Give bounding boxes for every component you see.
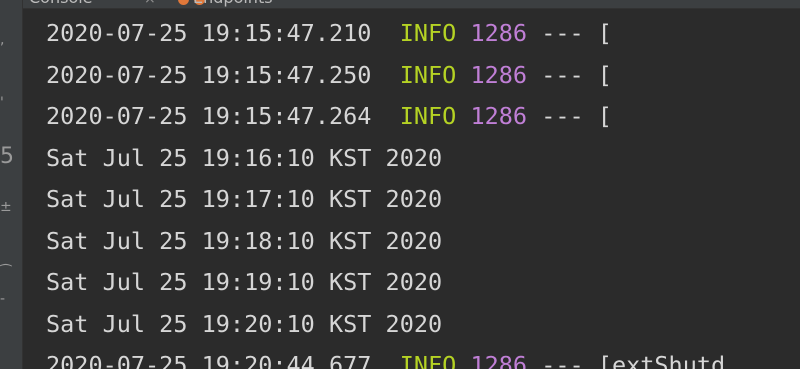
gutter-icon-6[interactable]: -	[0, 292, 14, 306]
log-thread: --- [extShutd	[541, 351, 726, 369]
tab-endpoints[interactable]: Endpoints	[193, 0, 273, 8]
log-pid: 1286	[470, 19, 528, 47]
log-line: 2020-07-25 19:15:47.264 INFO 1286 --- [	[46, 101, 612, 131]
log-pid: 1286	[470, 351, 528, 369]
gutter-icon-1[interactable]: ,	[0, 33, 14, 47]
log-line: 2020-07-25 19:15:47.210 INFO 1286 --- [	[46, 18, 612, 48]
log-timestamp: 2020-07-25 19:15:47.210	[46, 19, 372, 47]
log-level: INFO	[399, 19, 457, 47]
log-line: Sat Jul 25 19:20:10 KST 2020	[46, 310, 443, 338]
log-thread: --- [	[541, 19, 612, 47]
log-level: INFO	[399, 61, 457, 89]
log-line: 2020-07-25 19:15:47.250 INFO 1286 --- [	[46, 60, 612, 90]
gutter-icon-4[interactable]: ±	[0, 200, 14, 214]
log-level: INFO	[399, 351, 457, 369]
log-timestamp: 2020-07-25 19:20:44.677	[46, 351, 372, 369]
log-level: INFO	[399, 102, 457, 130]
gutter-icon-3[interactable]: 5	[0, 146, 14, 168]
gutter-icon-2[interactable]: '	[0, 96, 14, 110]
log-thread: --- [	[541, 102, 612, 130]
close-icon[interactable]: ×	[144, 0, 156, 8]
log-timestamp: 2020-07-25 19:15:47.250	[46, 61, 372, 89]
log-pid: 1286	[470, 102, 528, 130]
log-line: Sat Jul 25 19:17:10 KST 2020	[46, 185, 443, 213]
log-line: 2020-07-25 19:20:44.677 INFO 1286 --- [e…	[46, 350, 725, 369]
console-output[interactable]: 2020-07-25 19:15:47.210 INFO 1286 --- [ …	[23, 9, 800, 369]
tab-console[interactable]: Console	[29, 0, 93, 8]
gutter-icon-5[interactable]: ⁔	[0, 252, 14, 266]
log-line: Sat Jul 25 19:19:10 KST 2020	[46, 268, 443, 296]
log-thread: --- [	[541, 61, 612, 89]
tool-window-gutter: , ' 5 ± ⁔ -	[0, 0, 23, 369]
log-line: Sat Jul 25 19:16:10 KST 2020	[46, 144, 443, 172]
log-line: Sat Jul 25 19:18:10 KST 2020	[46, 227, 443, 255]
tool-window-tabbar: Console × Endpoints	[23, 0, 800, 9]
log-pid: 1286	[470, 61, 528, 89]
log-timestamp: 2020-07-25 19:15:47.264	[46, 102, 372, 130]
